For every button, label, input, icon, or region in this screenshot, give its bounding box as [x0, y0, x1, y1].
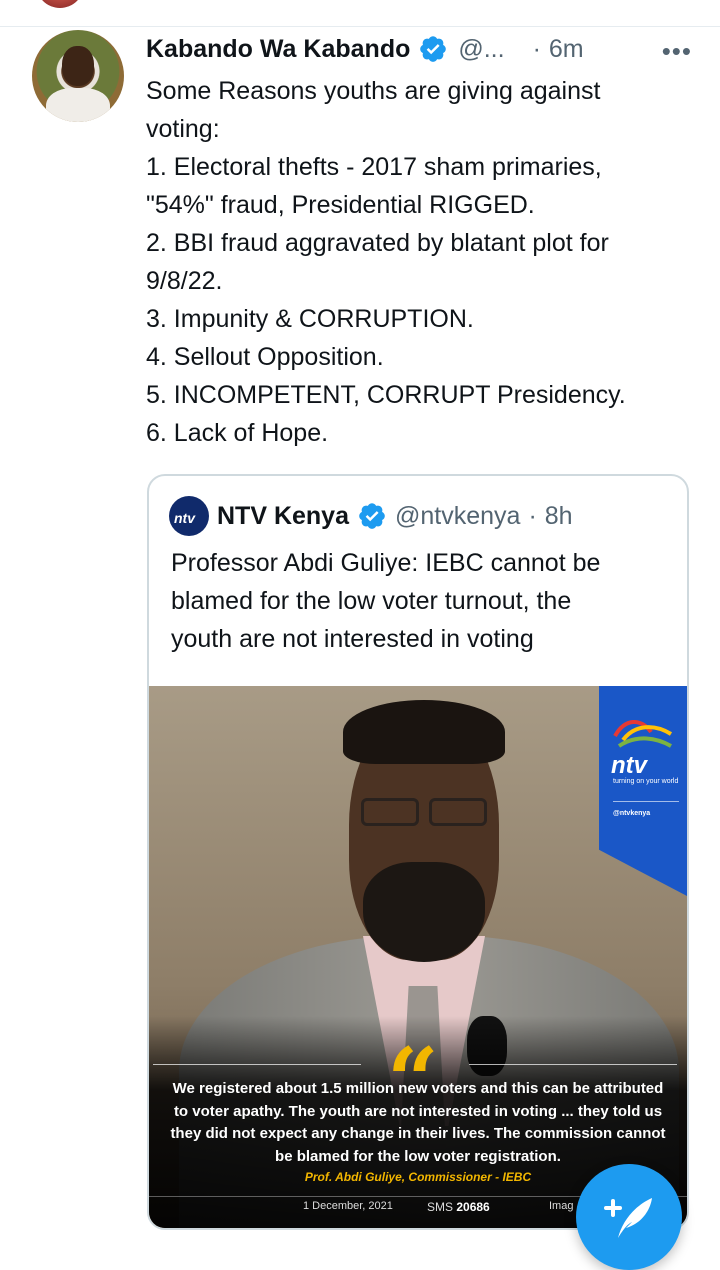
avatar-shirt: [46, 88, 110, 122]
ntv-tagline: turning on your world: [613, 778, 679, 785]
author-name[interactable]: Kabando Wa Kabando: [146, 35, 410, 64]
media-sms: SMS 20686: [427, 1200, 490, 1214]
quoted-tweet-body: Professor Abdi Guliye: IEBC cannot be bl…: [171, 544, 671, 658]
ntv-swirl-logo-icon: [613, 720, 673, 748]
statement-line: they did not expect any change in their …: [170, 1125, 666, 1142]
ntv-avatar-logo: ntv: [174, 510, 195, 526]
ntv-brand-word: ntv: [611, 752, 647, 779]
statement-line: be blamed for the low voter registration…: [275, 1147, 561, 1165]
author-handle[interactable]: @...: [458, 35, 504, 64]
tweet-line: Some Reasons youths are giving against: [146, 77, 601, 105]
quoted-line: blamed for the low voter turnout, the: [171, 587, 572, 615]
quoted-tweet-header: ntv NTV Kenya @ntvkenya · 8h: [169, 496, 573, 536]
compose-tweet-button[interactable]: [576, 1164, 682, 1270]
photo-hair: [343, 700, 505, 764]
tweet-header: Kabando Wa Kabando @... · 6m •••: [146, 30, 706, 68]
tweet-line: 4. Sellout Opposition.: [146, 343, 384, 371]
media-statement: We registered about 1.5 million new vote…: [149, 1078, 687, 1168]
media-image-credit: Imag: [549, 1200, 574, 1212]
ntv-divider: [613, 801, 679, 802]
avatar-face: [62, 46, 94, 86]
meta-separator: ·: [532, 34, 541, 63]
tweet-line: 9/8/22.: [146, 267, 223, 295]
quoted-line: youth are not interested in voting: [171, 625, 534, 653]
media-date: 1 December, 2021: [303, 1200, 393, 1212]
photo-beard: [363, 862, 485, 962]
tweet-line: voting:: [146, 115, 220, 143]
author-avatar[interactable]: [32, 30, 124, 122]
tweet-line: 6. Lack of Hope.: [146, 419, 329, 447]
quoted-author-handle[interactable]: @ntvkenya: [395, 502, 520, 531]
statement-line: to voter apathy. The youth are not inter…: [173, 1102, 663, 1120]
tweet-time[interactable]: 6m: [549, 35, 584, 64]
quoted-tweet-card[interactable]: ntv NTV Kenya @ntvkenya · 8h Professor A…: [147, 474, 689, 1230]
more-options-icon[interactable]: •••: [662, 36, 692, 67]
tweet-body: Some Reasons youths are giving against v…: [146, 72, 706, 452]
tweet-line: 5. INCOMPETENT, CORRUPT Presidency.: [146, 381, 626, 409]
ntv-social-handle: @ntvkenya: [613, 810, 651, 817]
verified-badge-icon: [418, 34, 448, 64]
quoted-author-avatar[interactable]: ntv: [169, 496, 209, 536]
previous-tweet-avatar[interactable]: [36, 0, 84, 8]
quoted-media-image[interactable]: ntv turning on your world @ntvkenya “ We…: [149, 686, 687, 1228]
quoted-author-name[interactable]: NTV Kenya: [217, 502, 349, 531]
tweet-line: "54%" fraud, Presidential RIGGED.: [146, 191, 535, 219]
top-divider: [0, 0, 720, 27]
compose-feather-icon: [604, 1198, 652, 1238]
tweet-line: 3. Impunity & CORRUPTION.: [146, 305, 474, 333]
statement-line: We registered about 1.5 million new vote…: [172, 1080, 664, 1097]
verified-badge-icon: [357, 501, 387, 531]
meta-separator: ·: [528, 501, 537, 530]
quoted-tweet-time[interactable]: 8h: [545, 502, 573, 531]
quote-rule-left: [153, 1064, 361, 1065]
sms-number: 20686: [456, 1200, 490, 1214]
tweet-line: 2. BBI fraud aggravated by blatant plot …: [146, 229, 609, 257]
sms-label: SMS: [427, 1200, 454, 1214]
tweet-line: 1. Electoral thefts - 2017 sham primarie…: [146, 153, 602, 181]
quote-rule-right: [469, 1064, 677, 1065]
photo-glasses: [361, 798, 487, 826]
quoted-line: Professor Abdi Guliye: IEBC cannot be: [171, 549, 601, 577]
